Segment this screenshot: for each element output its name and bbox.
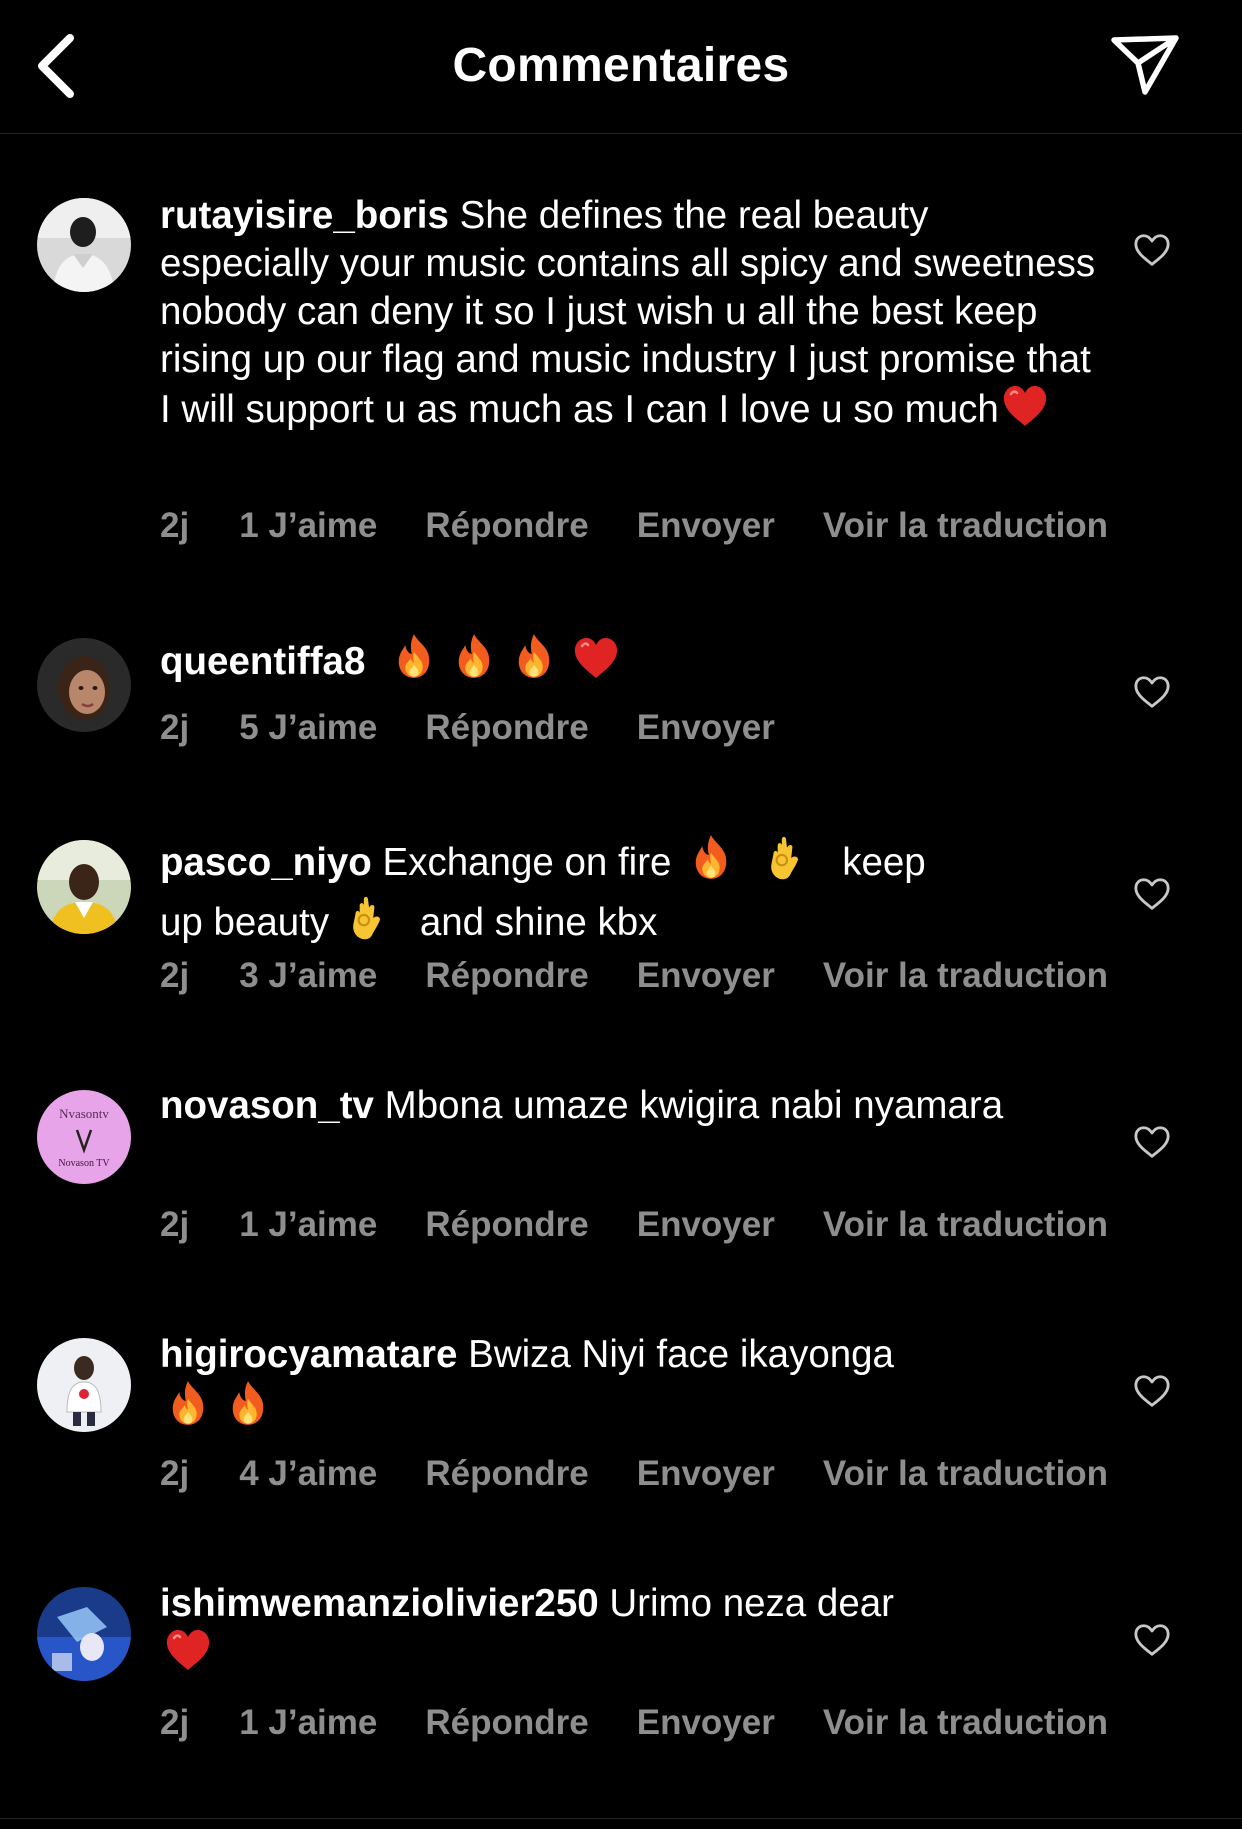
divider bbox=[0, 1818, 1242, 1819]
ok-hand-emoji bbox=[765, 833, 807, 893]
fire-emoji bbox=[452, 632, 496, 692]
send-button[interactable]: Envoyer bbox=[637, 708, 775, 748]
likes-count-button[interactable]: 5 J’aime bbox=[239, 708, 377, 748]
fire-emoji bbox=[226, 1379, 270, 1439]
ok-hand-emoji bbox=[347, 893, 389, 953]
send-button[interactable]: Envoyer bbox=[637, 1703, 775, 1743]
avatar[interactable] bbox=[37, 1338, 131, 1432]
avatar[interactable]: Nvasontv Novason TV bbox=[37, 1090, 131, 1184]
likes-count-button[interactable]: 1 J’aime bbox=[239, 506, 377, 546]
likes-count-button[interactable]: 4 J’aime bbox=[239, 1454, 377, 1494]
comment-time: 2j bbox=[160, 1205, 190, 1244]
like-heart-icon[interactable] bbox=[1133, 1373, 1171, 1409]
fire-emoji bbox=[512, 632, 556, 692]
comment-time: 2j bbox=[160, 956, 190, 995]
comment-body: Mbona umaze kwigira nabi nyamara bbox=[384, 1084, 1004, 1127]
comment-username[interactable]: rutayisire_boris bbox=[160, 194, 449, 237]
like-heart-icon[interactable] bbox=[1133, 1622, 1171, 1658]
comment-body: keep bbox=[842, 841, 926, 884]
reply-button[interactable]: Répondre bbox=[425, 1454, 588, 1494]
comment-time: 2j bbox=[160, 506, 190, 545]
comment-text: queentiffa8 bbox=[160, 632, 1105, 692]
avatar[interactable] bbox=[37, 198, 131, 292]
send-button[interactable]: Envoyer bbox=[637, 956, 775, 996]
avatar[interactable] bbox=[37, 840, 131, 934]
like-heart-icon[interactable] bbox=[1133, 232, 1171, 268]
reply-button[interactable]: Répondre bbox=[425, 1703, 588, 1743]
comment-text: higirocyamatare Bwiza Niyi face ikayonga bbox=[160, 1331, 1105, 1439]
translate-button[interactable]: Voir la traduction bbox=[823, 1454, 1108, 1494]
comment-username[interactable]: higirocyamatare bbox=[160, 1333, 457, 1376]
fire-emoji bbox=[689, 833, 733, 893]
header-bar: Commentaires bbox=[0, 0, 1242, 134]
avatar-logo-text: Nvasontv bbox=[59, 1106, 109, 1121]
send-button[interactable]: Envoyer bbox=[637, 506, 775, 546]
comment-time: 2j bbox=[160, 708, 190, 747]
fire-emoji bbox=[392, 632, 436, 692]
heart-emoji bbox=[164, 1628, 212, 1684]
comment-actions: 2j 1 J’aime Répondre Envoyer Voir la traduct… bbox=[160, 1205, 1156, 1245]
comment-username[interactable]: novason_tv bbox=[160, 1084, 374, 1127]
comment-text: novason_tv Mbona umaze kwigira nabi nyam… bbox=[160, 1082, 1105, 1130]
comment-body: and shine kbx bbox=[419, 901, 658, 944]
likes-count-button[interactable]: 1 J’aime bbox=[239, 1703, 377, 1743]
comment-body: up beauty bbox=[160, 901, 330, 944]
translate-button[interactable]: Voir la traduction bbox=[823, 956, 1108, 996]
heart-emoji bbox=[572, 636, 620, 692]
like-heart-icon[interactable] bbox=[1133, 1124, 1171, 1160]
comment-time: 2j bbox=[160, 1454, 190, 1493]
comment-username[interactable]: queentiffa8 bbox=[160, 640, 365, 683]
reply-button[interactable]: Répondre bbox=[425, 506, 588, 546]
reply-button[interactable]: Répondre bbox=[425, 708, 588, 748]
likes-count-button[interactable]: 1 J’aime bbox=[239, 1205, 377, 1245]
comment-text: ishimwemanziolivier250 Urimo neza dear bbox=[160, 1580, 1105, 1684]
send-paper-plane-icon[interactable] bbox=[1108, 30, 1184, 100]
reply-button[interactable]: Répondre bbox=[425, 956, 588, 996]
comment-username[interactable]: ishimwemanziolivier250 bbox=[160, 1582, 599, 1625]
likes-count-button[interactable]: 3 J’aime bbox=[239, 956, 377, 996]
like-heart-icon[interactable] bbox=[1133, 674, 1171, 710]
comment-actions: 2j 4 J’aime Répondre Envoyer Voir la traduct… bbox=[160, 1454, 1156, 1494]
translate-button[interactable]: Voir la traduction bbox=[823, 1703, 1108, 1743]
comment-text: rutayisire_boris She defines the real be… bbox=[160, 192, 1105, 440]
like-heart-icon[interactable] bbox=[1133, 876, 1171, 912]
reply-button[interactable]: Répondre bbox=[425, 1205, 588, 1245]
heart-emoji bbox=[1001, 384, 1049, 440]
translate-button[interactable]: Voir la traduction bbox=[823, 1205, 1108, 1245]
send-button[interactable]: Envoyer bbox=[637, 1205, 775, 1245]
comment-username[interactable]: pasco_niyo bbox=[160, 841, 372, 884]
comment-actions: 2j 3 J’aime Répondre Envoyer Voir la traduct… bbox=[160, 956, 1156, 996]
comment-body: Bwiza Niyi face ikayonga bbox=[468, 1333, 894, 1376]
avatar[interactable] bbox=[37, 638, 131, 732]
fire-emoji bbox=[166, 1379, 210, 1439]
comment-body: Exchange on fire bbox=[382, 841, 672, 884]
comment-time: 2j bbox=[160, 1703, 190, 1742]
comment-actions: 2j 1 J’aime Répondre Envoyer Voir la traduct… bbox=[160, 1703, 1156, 1743]
comment-text: pasco_niyo Exchange on fire keep up beau… bbox=[160, 833, 1105, 953]
avatar-logo-subtext: Novason TV bbox=[58, 1158, 110, 1169]
avatar[interactable] bbox=[37, 1587, 131, 1681]
comment-body: Urimo neza dear bbox=[609, 1582, 894, 1625]
comment-actions: 2j 1 J’aime Répondre Envoyer Voir la traduct… bbox=[160, 506, 1156, 546]
translate-button[interactable]: Voir la traduction bbox=[823, 506, 1108, 546]
page-title: Commentaires bbox=[452, 39, 790, 92]
send-button[interactable]: Envoyer bbox=[637, 1454, 775, 1494]
comment-actions: 2j 5 J’aime Répondre Envoyer bbox=[160, 708, 823, 748]
